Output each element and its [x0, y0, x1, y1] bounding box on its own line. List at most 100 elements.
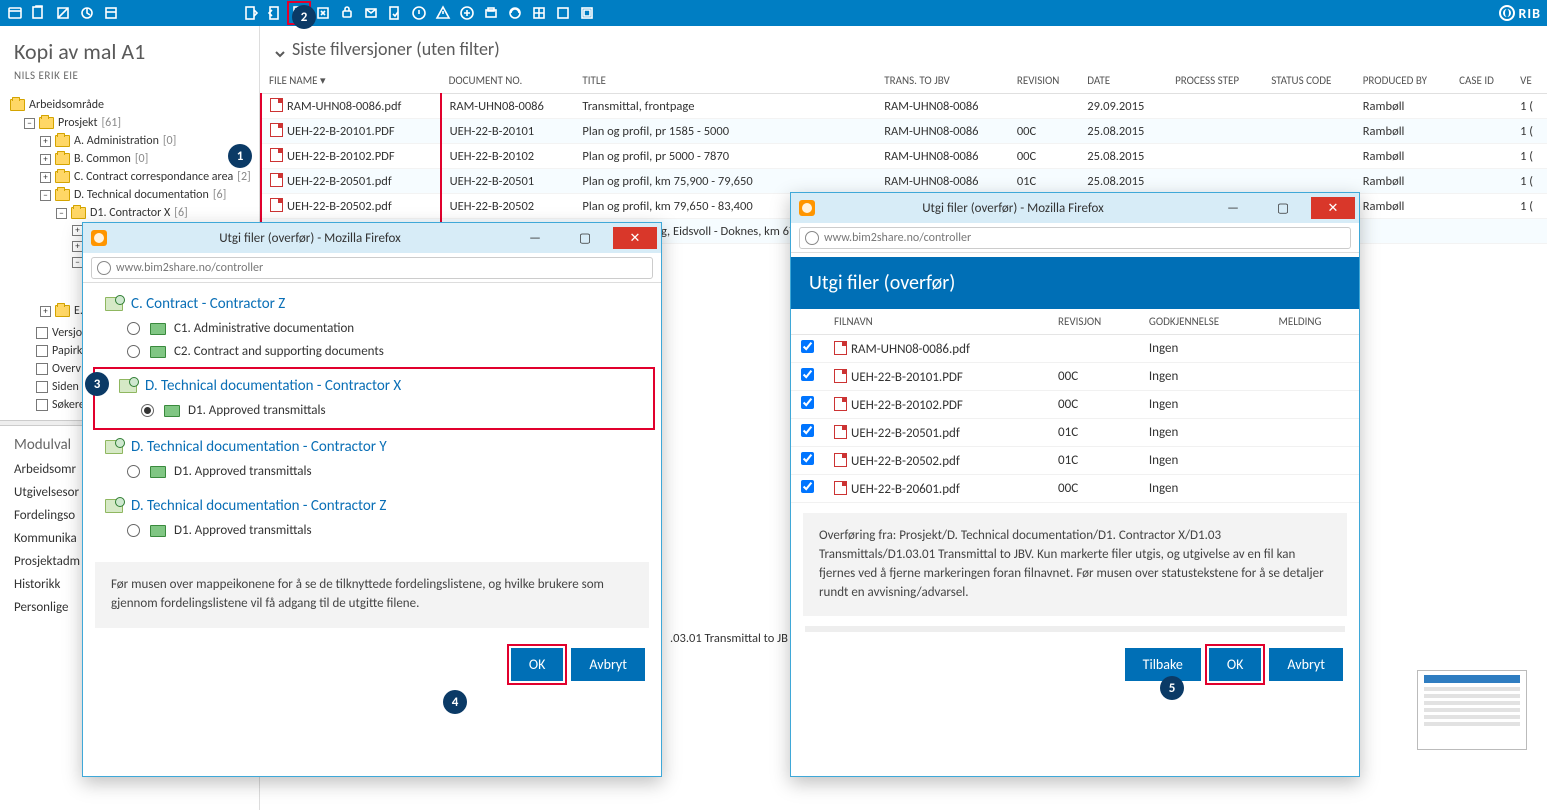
tool-icon[interactable]: [554, 4, 572, 22]
expand-toggle[interactable]: +: [40, 136, 51, 147]
radio-button[interactable]: [127, 524, 140, 537]
column-header[interactable]: STATUS CODE: [1263, 68, 1355, 94]
tool-icon[interactable]: [242, 4, 260, 22]
folder-icon: [55, 305, 70, 317]
tool-icon[interactable]: [434, 4, 452, 22]
column-header[interactable]: REVISION: [1009, 68, 1079, 94]
file-row[interactable]: RAM-UHN08-0086.pdfIngen: [791, 335, 1359, 363]
tool-icon[interactable]: [54, 4, 72, 22]
close-button[interactable]: ✕: [613, 227, 657, 249]
radio-button[interactable]: [127, 322, 140, 335]
table-row[interactable]: UEH-22-B-20101.PDFUEH-22-B-20101Plan og …: [261, 119, 1547, 144]
close-button[interactable]: ✕: [1311, 197, 1355, 219]
folder-option[interactable]: D1. Approved transmittals: [83, 460, 661, 483]
tool-icon[interactable]: [6, 4, 24, 22]
maximize-button[interactable]: ▢: [1261, 197, 1305, 219]
folder-option[interactable]: C2. Contract and supporting documents: [83, 340, 661, 363]
pdf-icon: [834, 397, 847, 411]
tool-icon[interactable]: [102, 4, 120, 22]
file-checkbox[interactable]: [801, 480, 814, 493]
folder-option[interactable]: D1. Approved transmittals: [83, 519, 661, 542]
address-bar: [83, 253, 661, 283]
table-row[interactable]: UEH-22-B-20501.pdfUEH-22-B-20501Plan og …: [261, 169, 1547, 194]
column-header[interactable]: DATE: [1079, 68, 1167, 94]
expand-toggle[interactable]: −: [24, 118, 35, 129]
maximize-button[interactable]: ▢: [563, 227, 607, 249]
cancel-button[interactable]: Avbryt: [571, 648, 645, 681]
tree-count: [0]: [135, 152, 148, 166]
column-header[interactable]: TRANS. TO JBV: [876, 68, 1009, 94]
expand-toggle[interactable]: +: [40, 172, 51, 183]
column-header[interactable]: DOCUMENT NO.: [441, 68, 575, 94]
file-checkbox[interactable]: [801, 424, 814, 437]
column-header[interactable]: VE: [1512, 68, 1547, 94]
tree-row[interactable]: +C. Contract correspondance area [2]: [8, 168, 255, 186]
window-titlebar[interactable]: Utgi filer (overfør) - Mozilla Firefox —…: [791, 193, 1359, 223]
radio-button[interactable]: [127, 345, 140, 358]
tool-icon[interactable]: [266, 4, 284, 22]
section-heading[interactable]: D. Technical documentation - Contractor …: [83, 432, 661, 460]
expand-toggle[interactable]: −: [56, 208, 67, 219]
cancel-button[interactable]: Avbryt: [1269, 648, 1343, 681]
ok-button[interactable]: OK: [1209, 648, 1262, 681]
tree-row[interactable]: −Prosjekt [61]: [8, 114, 255, 132]
url-input[interactable]: [91, 257, 653, 279]
tool-icon[interactable]: [362, 4, 380, 22]
tool-icon[interactable]: [482, 4, 500, 22]
url-input[interactable]: [799, 227, 1351, 249]
file-checkbox[interactable]: [801, 340, 814, 353]
file-row[interactable]: UEH-22-B-20501.pdf01CIngen: [791, 419, 1359, 447]
section-heading[interactable]: D. Technical documentation - Contractor …: [83, 491, 661, 519]
table-row[interactable]: RAM-UHN08-0086.pdfRAM-UHN08-0086Transmit…: [261, 94, 1547, 119]
ok-button[interactable]: OK: [511, 648, 564, 681]
file-checkbox[interactable]: [801, 368, 814, 381]
column-header[interactable]: TITLE: [574, 68, 876, 94]
expand-toggle[interactable]: +: [40, 306, 51, 317]
radio-button[interactable]: [141, 404, 154, 417]
file-row[interactable]: UEH-22-B-20601.pdf00CIngen: [791, 475, 1359, 503]
minimize-button[interactable]: —: [513, 227, 557, 249]
column-header[interactable]: FILE NAME ▾: [261, 68, 441, 94]
tool-icon[interactable]: [458, 4, 476, 22]
column-header[interactable]: PRODUCED BY: [1355, 68, 1451, 94]
file-checkbox[interactable]: [801, 396, 814, 409]
column-header[interactable]: PROCESS STEP: [1167, 68, 1263, 94]
tool-icon[interactable]: [78, 4, 96, 22]
file-row[interactable]: UEH-22-B-20101.PDF00CIngen: [791, 363, 1359, 391]
tree-workspace[interactable]: Arbeidsområde: [8, 96, 255, 114]
tool-icon[interactable]: [338, 4, 356, 22]
back-button[interactable]: Tilbake: [1125, 648, 1201, 681]
folder-option[interactable]: C1. Administrative documentation: [83, 317, 661, 340]
tool-icon[interactable]: [578, 4, 596, 22]
tree-row[interactable]: +B. Common [0]: [8, 150, 255, 168]
section-heading[interactable]: C. Contract - Contractor Z: [83, 289, 661, 317]
tool-icon[interactable]: [314, 4, 332, 22]
tree-row[interactable]: +A. Administration [0]: [8, 132, 255, 150]
section-heading[interactable]: Siste filversjoner (uten filter): [260, 26, 1547, 68]
pdf-icon: [270, 173, 283, 187]
section-heading[interactable]: D. Technical documentation - Contractor …: [97, 371, 651, 399]
document-thumbnail[interactable]: [1417, 670, 1527, 750]
tool-icon[interactable]: [30, 4, 48, 22]
tree-row[interactable]: −D. Technical documentation [6]: [8, 186, 255, 204]
radio-button[interactable]: [127, 465, 140, 478]
expand-toggle[interactable]: −: [40, 190, 51, 201]
step-badge-1: 1: [228, 144, 252, 168]
tool-icon[interactable]: [506, 4, 524, 22]
expand-toggle[interactable]: +: [40, 154, 51, 165]
tree-row[interactable]: −D1. Contractor X [6]: [8, 204, 255, 222]
file-checkbox[interactable]: [801, 452, 814, 465]
table-row[interactable]: UEH-22-B-20102.PDFUEH-22-B-20102Plan og …: [261, 144, 1547, 169]
window-titlebar[interactable]: Utgi filer (overfør) - Mozilla Firefox —…: [83, 223, 661, 253]
folder-icon: [55, 171, 70, 183]
file-row[interactable]: UEH-22-B-20102.PDF00CIngen: [791, 391, 1359, 419]
tool-icon[interactable]: [410, 4, 428, 22]
dialog-title: Utgi filer (overfør): [791, 257, 1359, 309]
tool-icon[interactable]: [386, 4, 404, 22]
minimize-button[interactable]: —: [1211, 197, 1255, 219]
folder-option[interactable]: D1. Approved transmittals: [97, 399, 651, 422]
tool-icon[interactable]: [530, 4, 548, 22]
folder-option-label: D1. Approved transmittals: [174, 464, 312, 479]
file-row[interactable]: UEH-22-B-20502.pdf01CIngen: [791, 447, 1359, 475]
column-header[interactable]: CASE ID: [1451, 68, 1512, 94]
